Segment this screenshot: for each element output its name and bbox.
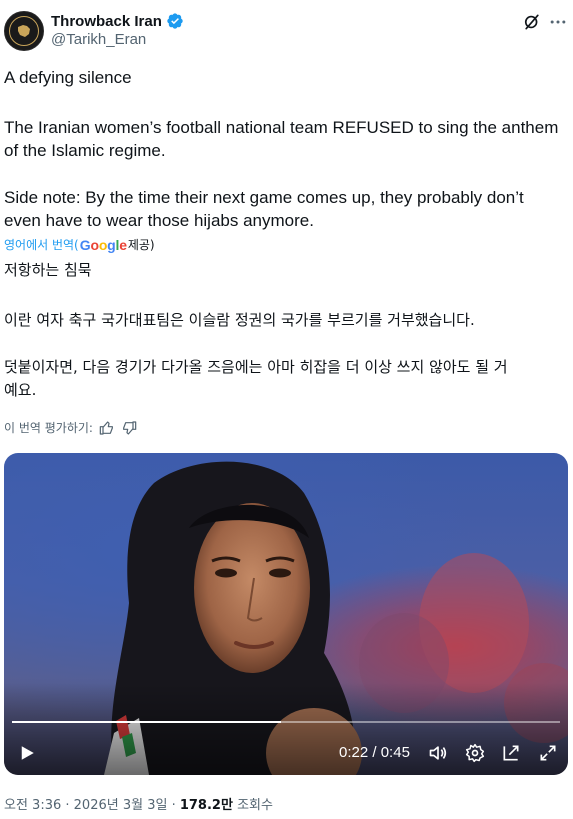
video-player[interactable]: 0:22 / 0:45 — [4, 453, 568, 775]
thumbs-up-icon[interactable] — [99, 420, 115, 436]
thumbs-down-icon[interactable] — [121, 420, 137, 436]
author-name-row: Throwback Iran — [51, 11, 184, 31]
settings-icon[interactable] — [465, 743, 485, 763]
rate-translation: 이 번역 평가하기: — [4, 419, 137, 436]
translated-text-line: 이란 여자 축구 국가대표팀은 이슬람 정권의 국가를 부르기를 거부했습니다. — [4, 311, 475, 329]
video-progress-track[interactable] — [12, 721, 560, 723]
view-count-label: 조회수 — [237, 798, 273, 813]
post-text-line: of the Islamic regime. — [4, 141, 166, 160]
translated-text-line: 저항하는 침묵 — [4, 261, 92, 279]
translated-text-line: 예요. — [4, 381, 37, 399]
post-time[interactable]: 오전 3:36 — [4, 798, 61, 813]
post-date[interactable]: 2026년 3월 3일 — [74, 798, 168, 813]
play-icon[interactable] — [18, 744, 36, 762]
view-count: 178.2만 — [179, 798, 233, 813]
translation-attribution[interactable]: 영어에서 번역( Google 제공) — [4, 236, 155, 253]
translation-suffix: 제공) — [127, 238, 155, 252]
author-name[interactable]: Throwback Iran — [51, 13, 162, 30]
pip-icon[interactable] — [501, 743, 521, 763]
fullscreen-icon[interactable] — [538, 743, 558, 763]
grok-icon[interactable] — [522, 12, 542, 32]
google-logo: Google — [79, 236, 127, 253]
more-icon[interactable] — [548, 12, 568, 32]
video-current-time: 0:22 — [339, 744, 369, 761]
video-duration: 0:45 — [380, 744, 410, 761]
author-handle[interactable]: @Tarikh_Eran — [51, 31, 146, 48]
volume-icon[interactable] — [428, 743, 448, 763]
video-time: 0:22 / 0:45 — [339, 744, 410, 761]
rate-translation-label: 이 번역 평가하기: — [4, 421, 93, 435]
post-text-line: even have to wear those hijabs anymore. — [4, 211, 314, 230]
post-text-line: The Iranian women’s football national te… — [4, 118, 559, 137]
iran-map-icon — [18, 25, 30, 37]
avatar-logo — [9, 16, 39, 46]
avatar[interactable] — [4, 11, 44, 51]
verified-icon — [167, 13, 183, 29]
video-progress-fill — [12, 721, 281, 723]
translated-text-line: 덧붙이자면, 다음 경기가 다가올 즈음에는 아마 히잡을 더 이상 쓰지 않아… — [4, 358, 508, 376]
post-text-line: Side note: By the time their next game c… — [4, 188, 524, 207]
post-meta: 오전 3:36 · 2026년 3월 3일 · 178.2만 조회수 — [4, 798, 273, 813]
post-text-line: A defying silence — [4, 68, 132, 87]
video-frame — [4, 461, 568, 775]
translation-prefix: 영어에서 번역( — [4, 238, 79, 252]
